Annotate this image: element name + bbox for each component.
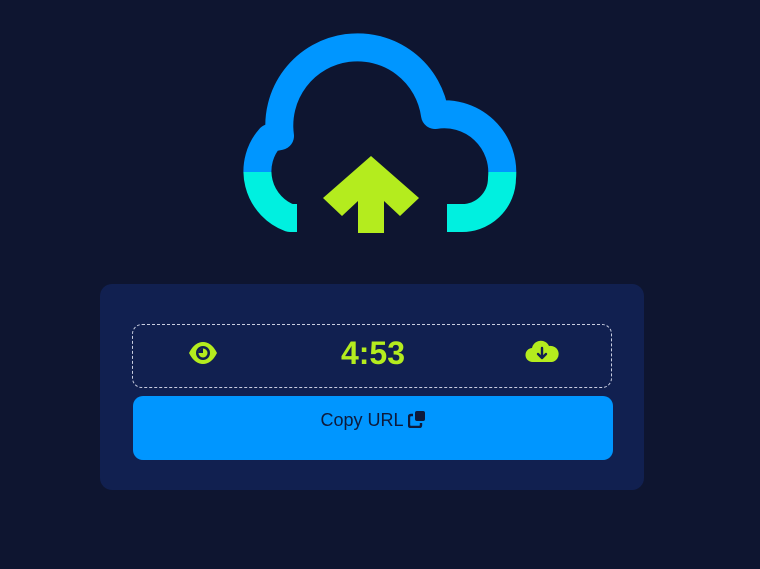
view-button[interactable]: [187, 339, 219, 367]
upload-arrow: [323, 156, 419, 233]
cloud-upload-icon: [243, 33, 517, 233]
download-button[interactable]: [525, 337, 559, 367]
app-logo: [0, 0, 760, 260]
expiry-timer: 4:53: [340, 335, 406, 371]
share-card: 4:53 Copy URL: [100, 284, 644, 490]
copy-url-content: Copy URL: [133, 410, 613, 430]
eye-icon: [189, 342, 217, 364]
link-info-bar: 4:53: [132, 324, 612, 388]
copy-icon: [407, 411, 425, 429]
cloud-download-icon: [525, 340, 559, 363]
copy-url-label: Copy URL: [320, 410, 404, 430]
copy-url-button[interactable]: Copy URL: [133, 396, 613, 460]
